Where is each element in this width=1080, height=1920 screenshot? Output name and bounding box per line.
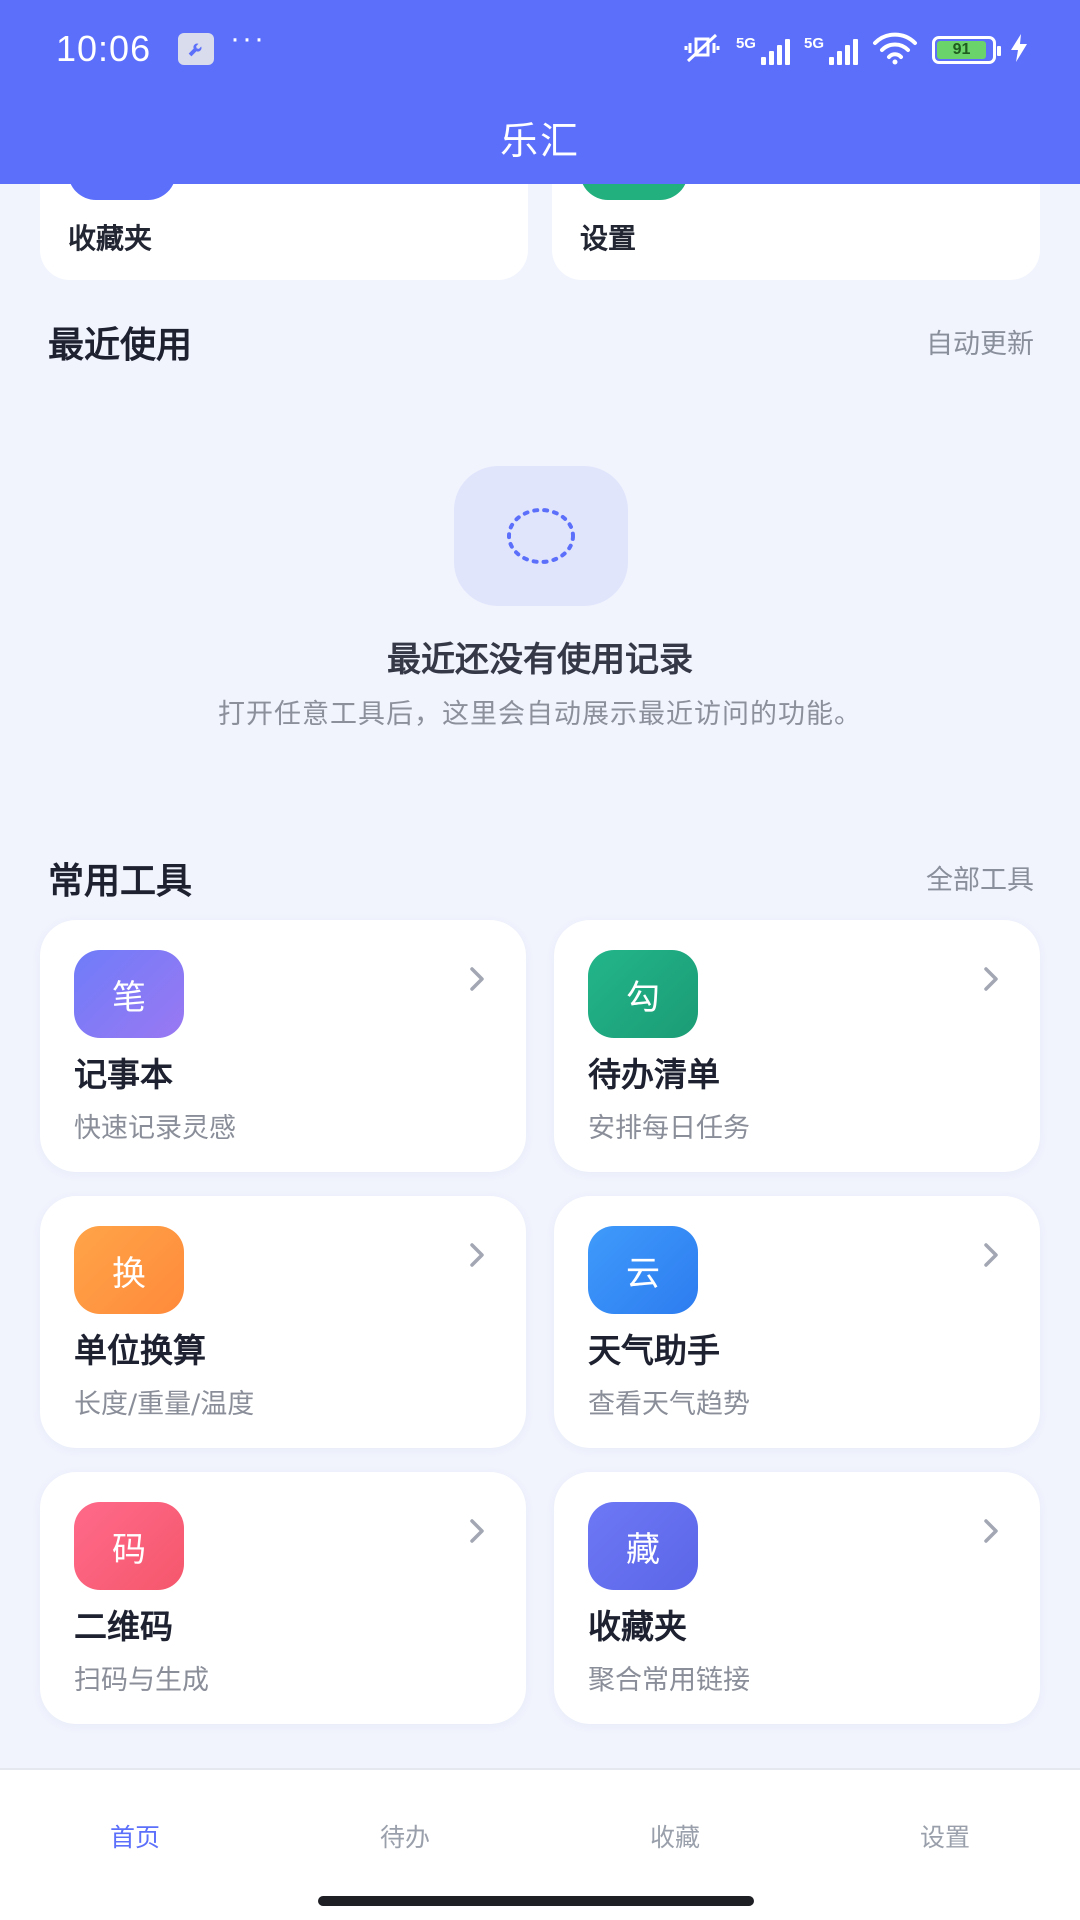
bookmark-icon: 藏 <box>588 1502 698 1590</box>
signal-label-sim2: 5G <box>803 35 824 52</box>
quick-card-label: 收藏夹 <box>68 222 153 255</box>
empty-state-title: 最近还没有使用记录 <box>387 640 693 680</box>
convert-icon: 换 <box>74 1226 184 1314</box>
auto-update-link[interactable]: 自动更新 <box>926 322 1034 361</box>
qrcode-icon: 码 <box>74 1502 184 1590</box>
tool-card-unit-converter[interactable]: 换 单位换算 长度/重量/温度 <box>40 1196 526 1448</box>
tool-card-qrcode[interactable]: 码 二维码 扫码与生成 <box>40 1472 526 1724</box>
tool-description: 扫码与生成 <box>74 1665 209 1696</box>
charging-icon <box>1010 34 1028 66</box>
tool-card-weather[interactable]: 云 天气助手 查看天气趋势 <box>554 1196 1040 1448</box>
tool-card-notepad[interactable]: 笔 记事本 快速记录灵感 <box>40 920 526 1172</box>
signal-icon-sim1: 5G <box>736 35 790 65</box>
chevron-right-icon <box>984 967 998 991</box>
signal-label-sim1: 5G <box>735 35 756 52</box>
tool-name: 收藏夹 <box>588 1607 687 1646</box>
chevron-right-icon <box>470 1519 484 1543</box>
tool-description: 查看天气趋势 <box>588 1389 750 1420</box>
chevron-right-icon <box>470 1243 484 1267</box>
tool-card-todo[interactable]: 勾 待办清单 安排每日任务 <box>554 920 1040 1172</box>
recent-section-title: 最近使用 <box>48 325 193 366</box>
app-header: 10:06 ··· 5G 5G 91 乐汇 <box>0 0 1080 184</box>
chevron-right-icon <box>984 1243 998 1267</box>
status-bar: 10:06 ··· 5G 5G 91 <box>0 0 1080 100</box>
nav-item-todo[interactable]: 待办 <box>270 1818 540 1854</box>
checkmark-icon: 勾 <box>588 950 698 1038</box>
mute-vibrate-icon <box>682 31 722 69</box>
wifi-icon <box>872 31 918 69</box>
tool-description: 快速记录灵感 <box>74 1113 236 1144</box>
all-tools-link[interactable]: 全部工具 <box>926 858 1034 897</box>
tool-description: 长度/重量/温度 <box>74 1389 255 1420</box>
tool-name: 天气助手 <box>588 1331 720 1370</box>
home-indicator[interactable] <box>318 1896 754 1906</box>
cloud-icon: 云 <box>588 1226 698 1314</box>
empty-state-icon <box>454 466 628 606</box>
quick-card-label: 设置 <box>580 222 637 255</box>
tool-name: 待办清单 <box>588 1055 720 1094</box>
tool-description: 安排每日任务 <box>588 1113 750 1144</box>
page-title: 乐汇 <box>499 119 580 163</box>
tools-section-title: 常用工具 <box>48 861 193 902</box>
tool-name: 单位换算 <box>74 1331 206 1370</box>
nav-item-settings[interactable]: 设置 <box>810 1818 1080 1854</box>
wrench-icon <box>178 33 214 65</box>
chevron-right-icon <box>470 967 484 991</box>
battery-level: 91 <box>937 41 987 59</box>
notepad-icon: 笔 <box>74 950 184 1038</box>
nav-item-home[interactable]: 首页 <box>0 1818 270 1854</box>
signal-icon-sim2: 5G <box>804 35 858 65</box>
empty-state-description: 打开任意工具后，这里会自动展示最近访问的功能。 <box>218 699 862 730</box>
chevron-right-icon <box>984 1519 998 1543</box>
tool-description: 聚合常用链接 <box>588 1665 750 1696</box>
status-time: 10:06 <box>56 28 152 69</box>
battery-icon: 91 <box>932 36 1001 64</box>
tool-card-favorites[interactable]: 藏 收藏夹 聚合常用链接 <box>554 1472 1040 1724</box>
tool-name: 二维码 <box>74 1607 173 1646</box>
nav-item-favorites[interactable]: 收藏 <box>540 1818 810 1854</box>
status-icons: 5G 5G 91 <box>682 30 1028 70</box>
tool-name: 记事本 <box>74 1055 173 1094</box>
more-notifications-icon: ··· <box>230 22 266 55</box>
